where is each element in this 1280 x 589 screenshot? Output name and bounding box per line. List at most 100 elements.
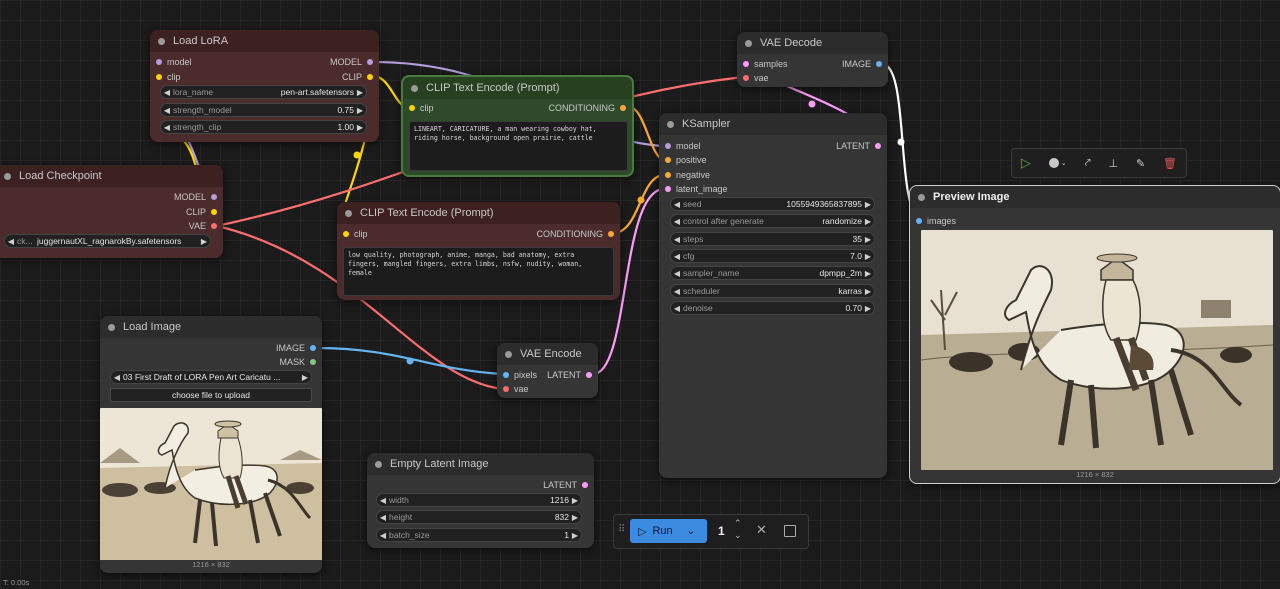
arrow-left-icon[interactable]: ◀ — [161, 123, 173, 132]
widget-strength-clip[interactable]: ◀ strength_clip 1.00 ▶ — [160, 120, 367, 134]
output-model[interactable]: MODEL — [174, 191, 217, 203]
arrow-left-icon[interactable]: ◀ — [671, 269, 683, 278]
arrow-left-icon[interactable]: ◀ — [671, 200, 683, 209]
output-model[interactable]: MODEL — [330, 56, 373, 68]
node-load-checkpoint[interactable]: Load Checkpoint MODEL CLIP VAE ◀ ck... jug… — [0, 165, 223, 258]
input-vae[interactable]: vae — [743, 72, 769, 84]
run-button[interactable]: ▷ Run ⌄ — [630, 519, 707, 543]
arrow-left-icon[interactable]: ◀ — [5, 237, 17, 246]
output-clip[interactable]: CLIP — [342, 71, 373, 83]
widget-strength-model[interactable]: ◀ strength_model 0.75 ▶ — [160, 103, 367, 117]
decrement-icon[interactable]: ⌄ — [734, 530, 742, 541]
arrow-right-icon[interactable]: ▶ — [569, 531, 581, 540]
input-pin[interactable] — [503, 385, 509, 392]
arrow-right-icon[interactable]: ▶ — [569, 496, 581, 505]
widget-scheduler[interactable]: ◀ scheduler karras ▶ — [670, 284, 875, 298]
node-header[interactable]: VAE Encode — [497, 343, 598, 365]
node-header[interactable]: Load Image — [100, 316, 322, 338]
node-header[interactable]: CLIP Text Encode (Prompt) — [337, 202, 620, 224]
arrow-left-icon[interactable]: ◀ — [671, 252, 683, 261]
arrow-left-icon[interactable]: ◀ — [671, 217, 683, 226]
drag-handle-icon[interactable]: ⠿ — [618, 524, 625, 535]
output-pin[interactable] — [608, 230, 614, 237]
node-vae-decode[interactable]: VAE Decode samples vae IMAGE — [737, 32, 888, 87]
node-header[interactable]: Load LoRA — [150, 30, 379, 52]
input-clip[interactable]: clip — [343, 228, 368, 240]
input-positive[interactable]: positive — [665, 154, 707, 166]
node-clip-text-encode-negative[interactable]: CLIP Text Encode (Prompt) clip CONDITION… — [337, 202, 620, 300]
widget-image-file[interactable]: ◀ 03 First Draft of LORA Pen Art Caricatu… — [110, 370, 312, 384]
arrow-right-icon[interactable]: ▶ — [198, 237, 210, 246]
widget-height[interactable]: ◀ height 832 ▶ — [376, 510, 582, 524]
arrow-left-icon[interactable]: ◀ — [161, 106, 173, 115]
input-pin[interactable] — [665, 185, 671, 192]
input-pin[interactable] — [156, 73, 162, 80]
pin-icon[interactable]: ⊥ — [1109, 157, 1119, 170]
input-model[interactable]: model — [156, 56, 192, 68]
collapse-dot[interactable] — [505, 350, 512, 358]
input-pin[interactable] — [743, 60, 749, 67]
output-pin[interactable] — [211, 193, 217, 200]
output-vae[interactable]: VAE — [189, 220, 217, 232]
node-header[interactable]: Load Checkpoint — [0, 165, 223, 187]
node-header[interactable]: KSampler — [659, 113, 887, 135]
play-icon[interactable]: ▷ — [1021, 155, 1031, 171]
collapse-dot[interactable] — [411, 84, 418, 92]
arrow-right-icon[interactable]: ▶ — [862, 252, 874, 261]
output-pin[interactable] — [211, 208, 217, 215]
input-pin[interactable] — [916, 217, 922, 224]
input-pin[interactable] — [409, 104, 415, 111]
widget-lora-name[interactable]: ◀ lora_name pen-art.safetensors ▶ — [160, 85, 367, 99]
node-header[interactable]: CLIP Text Encode (Prompt) — [403, 77, 632, 99]
node-clip-text-encode-positive[interactable]: CLIP Text Encode (Prompt) clip CONDITION… — [401, 75, 634, 177]
arrow-right-icon[interactable]: ▶ — [862, 287, 874, 296]
input-pin[interactable] — [743, 74, 749, 81]
loaded-image-preview[interactable] — [100, 408, 322, 560]
input-pin[interactable] — [665, 156, 671, 163]
increment-icon[interactable]: ⌃ — [734, 518, 742, 529]
node-vae-encode[interactable]: VAE Encode pixels vae LATENT — [497, 343, 598, 398]
output-image[interactable]: IMAGE — [276, 342, 316, 354]
output-pin[interactable] — [582, 481, 588, 488]
arrow-left-icon[interactable]: ◀ — [377, 513, 389, 522]
output-pin[interactable] — [310, 358, 316, 365]
widget-sampler-name[interactable]: ◀ sampler_name dpmpp_2m ▶ — [670, 266, 875, 280]
output-latent[interactable]: LATENT — [547, 369, 592, 381]
widget-control-after-generate[interactable]: ◀ control after generate randomize ▶ — [670, 214, 875, 228]
arrow-right-icon[interactable]: ▶ — [862, 200, 874, 209]
node-header[interactable]: Preview Image — [910, 186, 1280, 208]
arrow-left-icon[interactable]: ◀ — [161, 88, 173, 97]
node-load-image[interactable]: Load Image IMAGE MASK ◀ 03 First Draft of… — [100, 316, 322, 573]
output-latent[interactable]: LATENT — [543, 479, 588, 491]
bypass-icon[interactable]: ⤤ — [1084, 157, 1090, 170]
arrow-left-icon[interactable]: ◀ — [671, 287, 683, 296]
edit-icon[interactable]: ✎ — [1136, 157, 1145, 170]
prompt-textarea[interactable]: LINEART, CARICATURE, a man wearing cowbo… — [409, 121, 628, 171]
input-latent-image[interactable]: latent_image — [665, 183, 728, 195]
input-vae[interactable]: vae — [503, 383, 529, 395]
collapse-dot[interactable] — [745, 39, 752, 47]
widget-cfg[interactable]: ◀ cfg 7.0 ▶ — [670, 249, 875, 263]
arrow-right-icon[interactable]: ▶ — [862, 304, 874, 313]
output-pin[interactable] — [211, 222, 217, 229]
collapse-dot[interactable] — [158, 37, 165, 45]
collapse-dot[interactable] — [375, 460, 382, 468]
arrow-right-icon[interactable]: ▶ — [354, 88, 366, 97]
arrow-right-icon[interactable]: ▶ — [354, 123, 366, 132]
arrow-right-icon[interactable]: ▶ — [299, 373, 311, 382]
output-mask[interactable]: MASK — [279, 356, 316, 368]
input-pixels[interactable]: pixels — [503, 369, 537, 381]
preview-image-output[interactable] — [921, 230, 1273, 470]
arrow-left-icon[interactable]: ◀ — [671, 235, 683, 244]
input-images[interactable]: images — [916, 215, 956, 227]
collapse-dot[interactable] — [108, 323, 115, 331]
collapse-dot[interactable] — [4, 172, 11, 180]
collapse-dot[interactable] — [667, 120, 674, 128]
input-pin[interactable] — [343, 230, 349, 237]
widget-seed[interactable]: ◀ seed 1055949365837895 ▶ — [670, 197, 875, 211]
node-preview-image[interactable]: Preview Image images 1216 × 832 — [909, 185, 1280, 484]
prompt-textarea[interactable]: low quality, photograph, anime, manga, b… — [343, 247, 614, 296]
input-pin[interactable] — [156, 58, 162, 65]
input-pin[interactable] — [503, 371, 509, 378]
output-image[interactable]: IMAGE — [842, 58, 882, 70]
